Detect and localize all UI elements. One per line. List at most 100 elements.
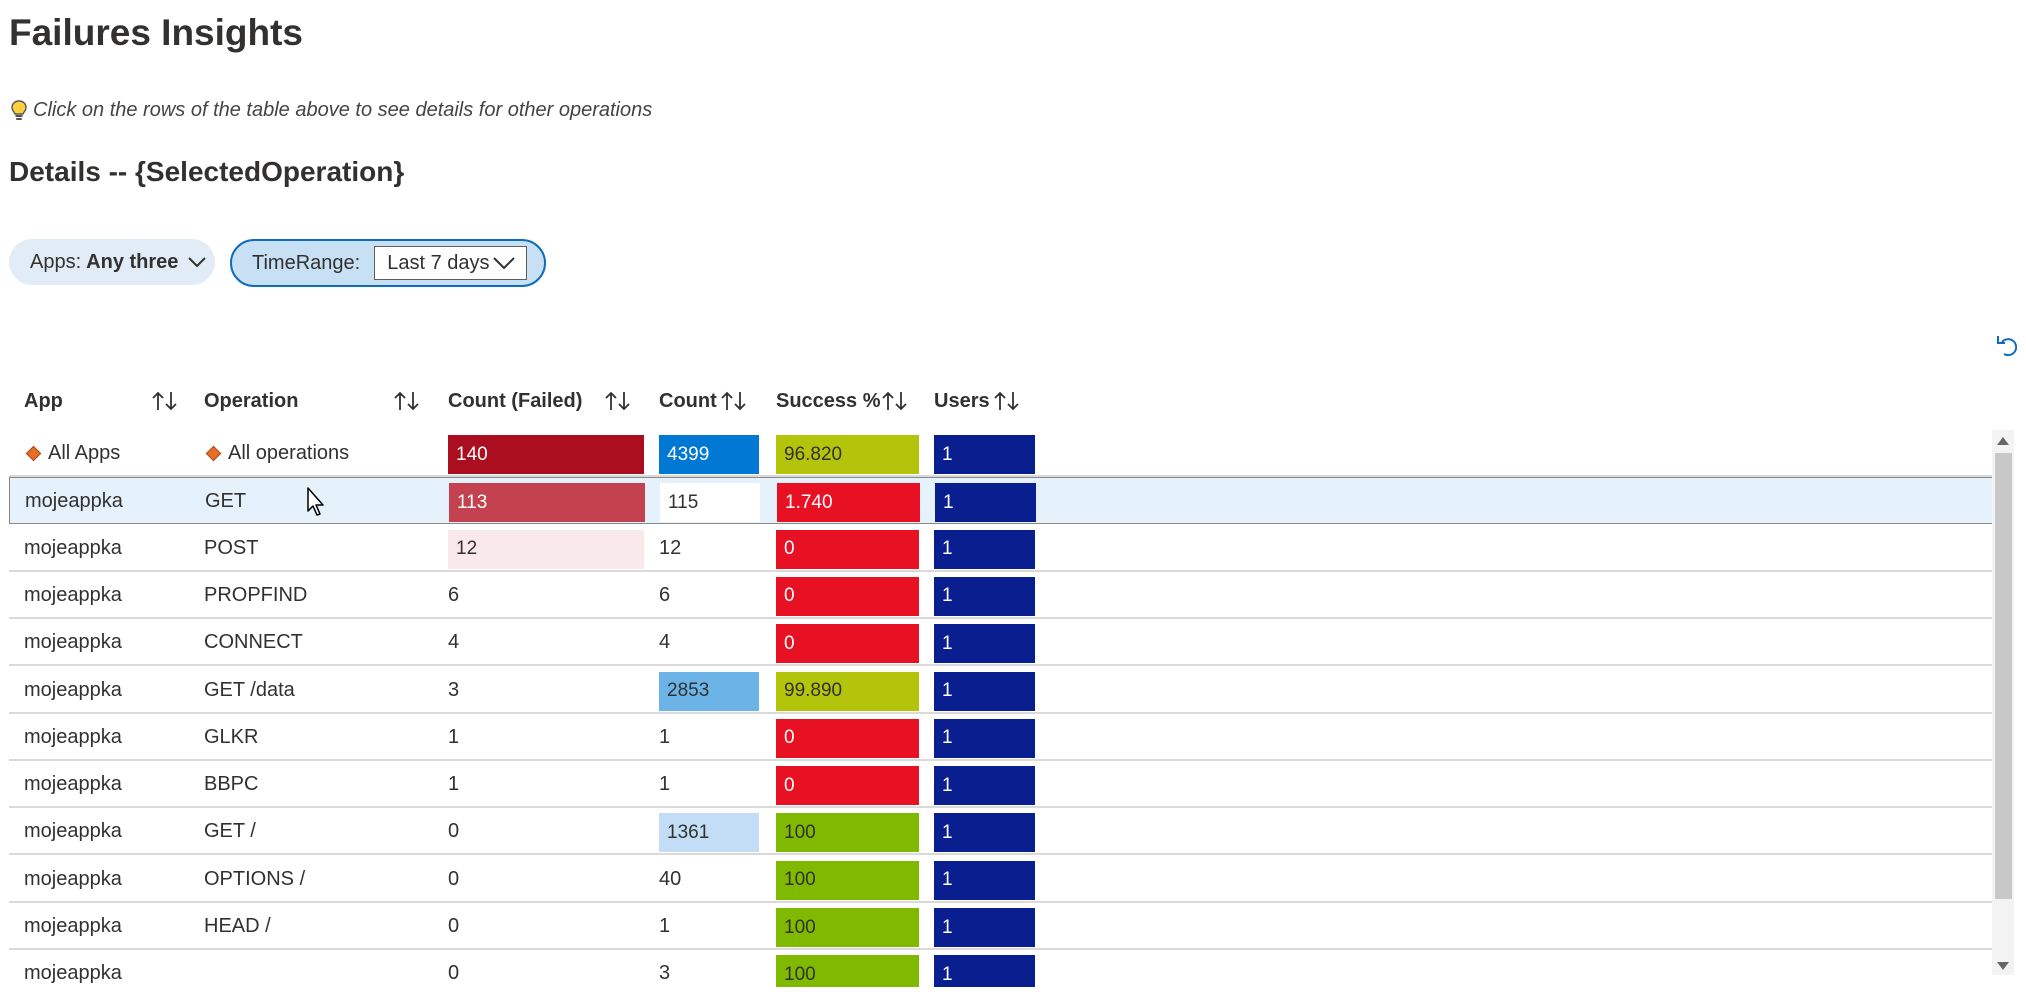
count-cell: 1: [659, 915, 671, 937]
table-row[interactable]: mojeappka PROPFIND 6 6 0 1: [9, 572, 1995, 619]
column-header-count[interactable]: Count: [659, 375, 717, 427]
count-failed-cell: 1: [448, 773, 460, 796]
scroll-thumb[interactable]: [1995, 453, 2012, 899]
operation-name: GLKR: [204, 725, 259, 748]
table-row[interactable]: mojeappka HEAD / 0 1 100 1: [9, 903, 1995, 950]
operations-grid: App Operation Count (Failed) Count Succe…: [9, 375, 2001, 987]
app-name: mojeappka: [24, 631, 122, 654]
column-header-count-failed[interactable]: Count (Failed): [448, 375, 582, 427]
table-row[interactable]: mojeappka OPTIONS / 0 40 100 1: [9, 856, 1995, 903]
operation-name: GET /data: [204, 678, 295, 701]
success-percent-cell: 99.890: [776, 671, 919, 711]
success-percent-cell: 0: [776, 718, 919, 758]
undo-icon[interactable]: [1996, 334, 2018, 358]
timerange-dropdown-value: Last 7 days: [387, 251, 490, 274]
column-header-operation[interactable]: Operation: [204, 375, 298, 427]
app-name: mojeappka: [24, 962, 122, 985]
operation-name: HEAD /: [204, 915, 271, 937]
users-cell: 1: [934, 435, 1035, 474]
success-percent-cell: 96.820: [776, 435, 919, 474]
app-name: All Apps: [48, 442, 121, 464]
app-name: mojeappka: [24, 536, 122, 559]
app-cell: mojeappka: [24, 619, 122, 666]
app-cell: mojeappka: [24, 572, 122, 619]
count-failed-cell: 1: [448, 725, 460, 748]
sort-arrows-icon[interactable]: [151, 391, 179, 411]
app-cell: mojeappka: [24, 856, 122, 903]
table-row[interactable]: mojeappka GET /data 3 2853 99.890 1: [9, 667, 1995, 714]
app-name: mojeappka: [24, 583, 122, 606]
sort-arrows-icon[interactable]: [720, 391, 748, 411]
app-cell: mojeappka: [24, 667, 122, 714]
count-cell: 12: [659, 536, 682, 559]
scroll-down-arrow[interactable]: [1997, 962, 2009, 970]
operation-name: GET: [205, 490, 247, 513]
users-cell: 1: [934, 718, 1035, 758]
operation-name: CONNECT: [204, 631, 303, 654]
operation-name: GET /: [204, 820, 256, 843]
operation-name: PROPFIND: [204, 583, 308, 606]
count-cell: 1361: [659, 813, 759, 853]
sort-arrows-icon[interactable]: [604, 391, 632, 411]
count-cell: 2853: [659, 671, 759, 711]
users-cell: 1: [934, 955, 1035, 987]
apps-filter-label: Apps:: [30, 250, 82, 273]
sort-arrows-icon[interactable]: [881, 391, 909, 411]
app-cell: mojeappka: [24, 903, 122, 950]
page-title: Failures Insights: [9, 12, 304, 53]
chevron-down-icon: [188, 256, 207, 267]
success-percent-cell: 1.740: [777, 483, 920, 523]
users-cell: 1: [934, 624, 1035, 664]
sort-arrows-icon[interactable]: [393, 391, 421, 411]
app-name: mojeappka: [25, 490, 123, 513]
operation-cell: OPTIONS /: [204, 856, 305, 903]
operation-name: POST: [204, 536, 259, 559]
users-cell: 1: [934, 671, 1035, 711]
chevron-down-icon: [493, 257, 515, 270]
column-header-users[interactable]: Users: [934, 375, 990, 427]
success-percent-cell: 0: [776, 576, 919, 616]
app-cell: mojeappka: [24, 714, 122, 761]
app-name: mojeappka: [24, 867, 122, 890]
operation-cell: HEAD /: [204, 903, 271, 950]
table-row[interactable]: mojeappka 0 3 100 1: [9, 950, 1995, 987]
users-cell: 1: [934, 529, 1035, 569]
count-failed-cell: 113: [449, 483, 645, 523]
column-header-success[interactable]: Success %: [776, 375, 881, 427]
app-cell: mojeappka: [24, 950, 122, 987]
table-row-summary[interactable]: All Apps All operations 140 4399 96.820 1: [9, 430, 1995, 477]
table-row[interactable]: mojeappka CONNECT 4 4 0 1: [9, 619, 1995, 667]
table-row[interactable]: mojeappka GLKR 1 1 0 1: [9, 714, 1995, 761]
table-row[interactable]: mojeappka GET / 0 1361 100 1: [9, 808, 1995, 856]
table-row[interactable]: mojeappka BBPC 1 1 0 1: [9, 761, 1995, 809]
apps-filter-pill[interactable]: Apps: Any three: [9, 239, 215, 285]
scroll-up-arrow[interactable]: [1997, 437, 2009, 445]
count-failed-cell: 0: [448, 962, 460, 985]
app-cell: All Apps: [24, 430, 120, 477]
operation-cell: CONNECT: [204, 619, 303, 666]
sort-arrows-icon[interactable]: [993, 391, 1021, 411]
details-title: Details -- {SelectedOperation}: [9, 156, 405, 187]
count-failed-cell: 4: [448, 631, 460, 654]
count-cell: 6: [659, 583, 671, 606]
count-cell: 1: [659, 773, 671, 796]
success-percent-cell: 100: [776, 860, 919, 900]
column-header-app[interactable]: App: [24, 375, 63, 427]
count-failed-cell: 0: [448, 820, 460, 843]
count-cell: 3: [659, 962, 671, 985]
count-failed-cell: 12: [448, 529, 644, 569]
users-cell: 1: [934, 860, 1035, 900]
operation-cell: GET: [205, 478, 246, 525]
operation-name: All operations: [228, 442, 350, 464]
count-cell: 1: [659, 725, 671, 748]
vertical-scrollbar[interactable]: [1992, 430, 2014, 975]
app-name: mojeappka: [24, 773, 122, 796]
count-failed-cell: 0: [448, 867, 460, 890]
table-row[interactable]: mojeappka POST 12 12 0 1: [9, 525, 1995, 572]
lightbulb-icon: [11, 99, 27, 120]
diamond-icon: [205, 445, 222, 462]
timerange-dropdown[interactable]: Last 7 days: [374, 246, 528, 280]
operation-cell: GET /data: [204, 667, 295, 714]
count-cell: 40: [659, 867, 682, 890]
count-failed-cell: 140: [448, 435, 644, 474]
